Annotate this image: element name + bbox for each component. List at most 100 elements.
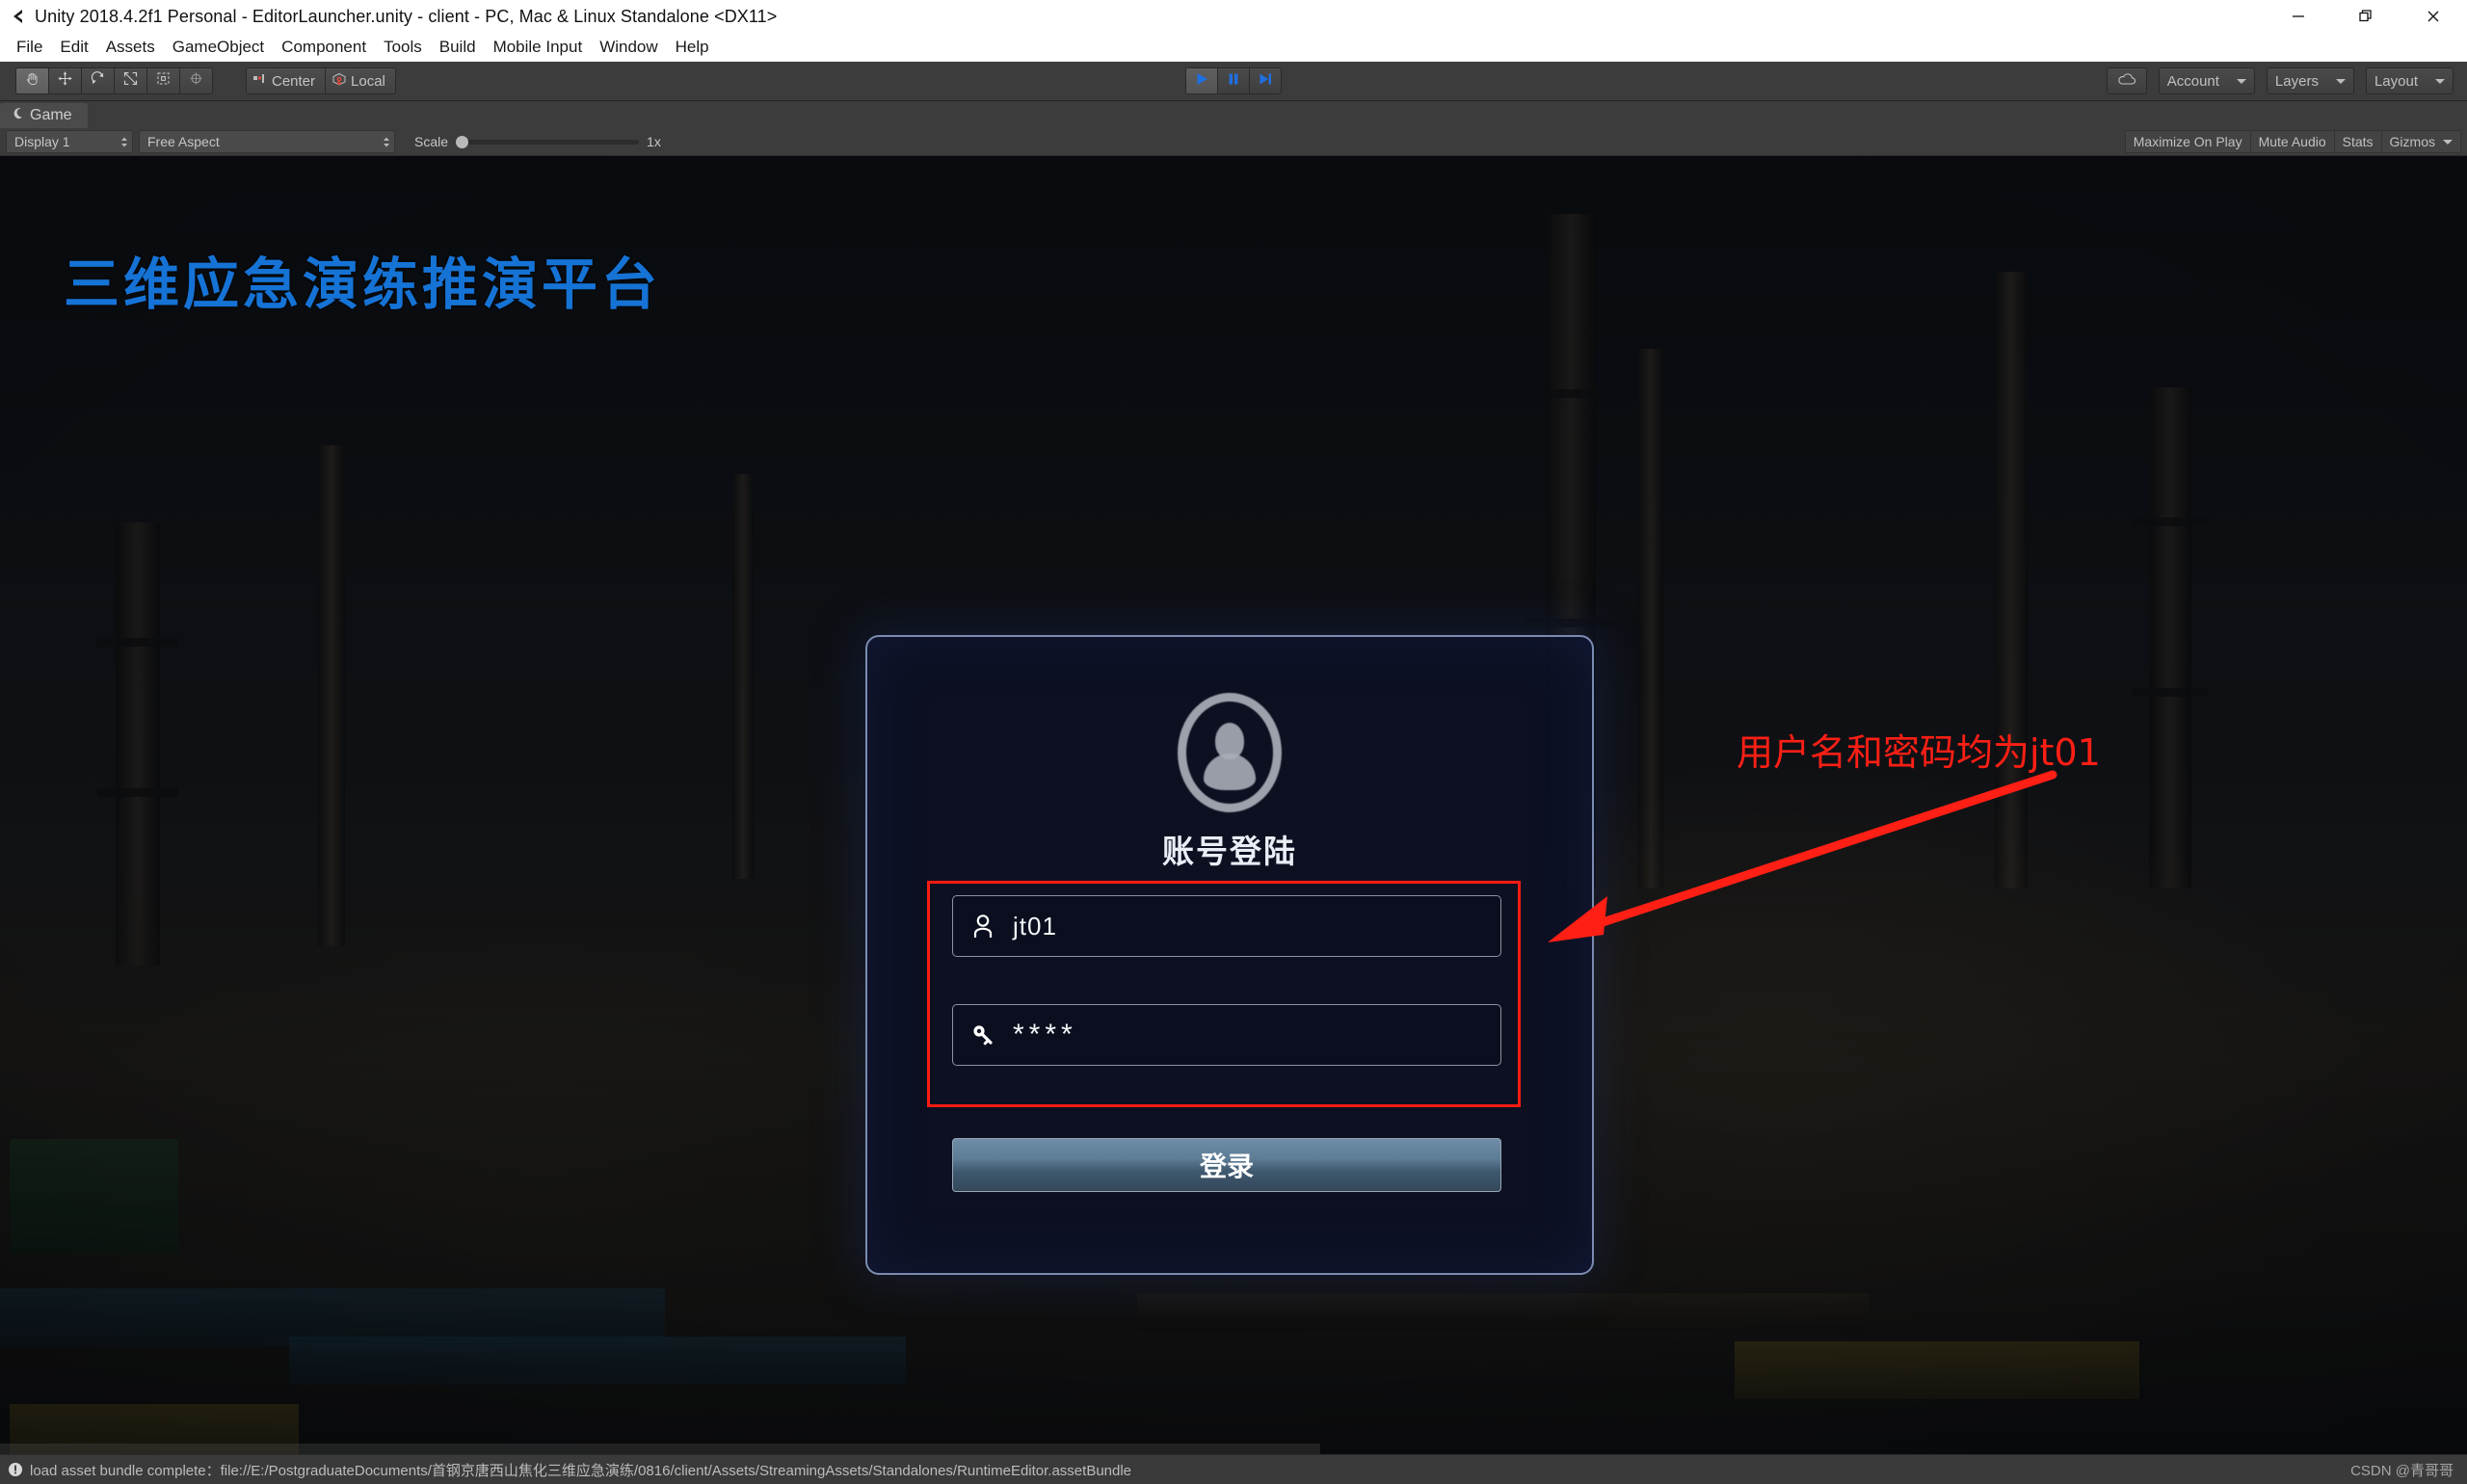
username-field[interactable]: jt01 <box>952 895 1501 957</box>
gizmos-dropdown[interactable]: Gizmos <box>2381 130 2461 153</box>
person-icon <box>953 913 1013 940</box>
user-avatar-icon <box>1178 693 1282 812</box>
pivot-rotation-button[interactable]: Local <box>326 68 395 93</box>
play-controls <box>1185 67 1282 94</box>
status-bar[interactable]: load asset bundle complete：file://E:/Pos… <box>0 1454 2467 1484</box>
pivot-mode-button[interactable]: Center <box>247 68 327 93</box>
rect-tool-button[interactable] <box>147 68 180 93</box>
transform-tool-button[interactable] <box>180 68 212 93</box>
game-view-canvas[interactable]: 三维应急演练推演平台 账号登陆 jt01 **** 登录 用户名和密码均为jt0… <box>0 156 2467 1454</box>
menu-item-assets[interactable]: Assets <box>97 35 164 60</box>
chevron-down-icon <box>2435 78 2445 84</box>
rotate-tool-button[interactable] <box>82 68 115 93</box>
unity-editor-window: Unity 2018.4.2f1 Personal - EditorLaunch… <box>0 0 2467 1484</box>
cloud-icon <box>2117 72 2136 90</box>
stats-toggle[interactable]: Stats <box>2334 130 2382 153</box>
platform-title: 三维应急演练推演平台 <box>64 252 662 317</box>
key-icon <box>953 1022 1013 1047</box>
menu-item-gameobject[interactable]: GameObject <box>164 35 273 60</box>
menu-item-mobile-input[interactable]: Mobile Input <box>485 35 592 60</box>
tab-game-label: Game <box>30 107 72 123</box>
scale-value: 1x <box>647 134 661 149</box>
game-view-toggles: Maximize On Play Mute Audio Stats Gizmos <box>2124 130 2467 153</box>
menu-item-window[interactable]: Window <box>591 35 666 60</box>
step-button[interactable] <box>1250 68 1281 93</box>
login-card: 账号登陆 jt01 **** 登录 <box>865 635 1594 1275</box>
toolbar-right-group: Account Layers Layout <box>2106 67 2467 94</box>
layout-label: Layout <box>2374 72 2418 90</box>
hand-tool-button[interactable] <box>16 68 49 93</box>
transform-tool-group <box>15 67 213 94</box>
game-panel: Game Display 1 Free Aspect Scale 1x Maxi… <box>0 101 2467 1454</box>
scale-icon <box>122 70 139 92</box>
display-label: Display 1 <box>14 134 70 149</box>
maximize-on-play-toggle[interactable]: Maximize On Play <box>2124 130 2251 153</box>
tab-game[interactable]: Game <box>0 103 88 128</box>
hand-icon <box>24 70 40 92</box>
chevron-updown-icon <box>383 137 390 147</box>
pivot-mode-label: Center <box>272 72 316 90</box>
chevron-updown-icon <box>120 137 128 147</box>
aspect-dropdown[interactable]: Free Aspect <box>139 130 395 153</box>
pause-button[interactable] <box>1218 68 1250 93</box>
info-icon <box>8 1462 23 1477</box>
play-button[interactable] <box>1186 68 1218 93</box>
login-submit-button[interactable]: 登录 <box>952 1138 1501 1192</box>
step-icon <box>1258 71 1273 92</box>
chevron-down-icon <box>2236 78 2246 84</box>
password-field[interactable]: **** <box>952 1004 1501 1066</box>
username-value: jt01 <box>1013 911 1057 941</box>
close-icon[interactable] <box>2400 0 2467 33</box>
password-value: **** <box>1013 1019 1077 1050</box>
menu-item-tools[interactable]: Tools <box>375 35 431 60</box>
window-controls <box>2265 0 2467 33</box>
gizmos-label: Gizmos <box>2389 134 2435 149</box>
menu-item-edit[interactable]: Edit <box>51 35 96 60</box>
annotation-text: 用户名和密码均为jt01 <box>1737 731 2101 774</box>
chevron-down-icon <box>2443 139 2453 145</box>
account-dropdown[interactable]: Account <box>2158 67 2255 94</box>
display-dropdown[interactable]: Display 1 <box>6 130 133 153</box>
chevron-down-icon <box>2335 78 2346 84</box>
menu-bar: File Edit Assets GameObject Component To… <box>0 33 2467 62</box>
scale-control[interactable]: Scale 1x <box>414 134 661 149</box>
scale-label: Scale <box>414 134 449 149</box>
title-bar: Unity 2018.4.2f1 Personal - EditorLaunch… <box>0 0 2467 33</box>
mute-audio-toggle[interactable]: Mute Audio <box>2250 130 2335 153</box>
game-icon <box>12 107 24 124</box>
scale-slider-knob[interactable] <box>456 135 469 148</box>
move-tool-button[interactable] <box>49 68 82 93</box>
layout-dropdown[interactable]: Layout <box>2365 67 2454 94</box>
pivot-local-icon <box>332 72 347 91</box>
game-view-toolbar: Display 1 Free Aspect Scale 1x Maximize … <box>0 128 2467 156</box>
pivot-group: Center Local <box>246 67 396 94</box>
move-icon <box>57 70 73 92</box>
login-heading: 账号登陆 <box>1162 833 1297 870</box>
rotate-icon <box>90 70 106 92</box>
avatar-body <box>1204 754 1256 790</box>
cloud-button[interactable] <box>2106 67 2147 94</box>
layers-dropdown[interactable]: Layers <box>2266 67 2354 94</box>
aspect-label: Free Aspect <box>147 134 220 149</box>
menu-item-help[interactable]: Help <box>667 35 718 60</box>
rect-icon <box>155 70 172 92</box>
pause-icon <box>1226 71 1241 92</box>
menu-item-build[interactable]: Build <box>431 35 485 60</box>
menu-item-component[interactable]: Component <box>273 35 375 60</box>
scale-slider[interactable] <box>456 135 640 148</box>
account-label: Account <box>2166 72 2219 90</box>
status-message: load asset bundle complete：file://E:/Pos… <box>30 1462 1132 1479</box>
minimize-icon[interactable] <box>2265 0 2332 33</box>
unity-icon <box>6 4 31 29</box>
menu-item-file[interactable]: File <box>8 35 51 60</box>
pivot-rotation-label: Local <box>351 72 385 90</box>
pivot-center-icon <box>252 72 268 90</box>
panel-tab-row: Game <box>0 101 2467 128</box>
restore-icon[interactable] <box>2332 0 2400 33</box>
scale-tool-button[interactable] <box>115 68 147 93</box>
main-toolbar: Center Local Account Layers Layout <box>0 62 2467 101</box>
game-view-horizontal-scrollbar[interactable] <box>0 1444 1320 1454</box>
play-icon <box>1194 71 1209 92</box>
transform-icon <box>188 70 204 92</box>
layers-label: Layers <box>2274 72 2319 90</box>
